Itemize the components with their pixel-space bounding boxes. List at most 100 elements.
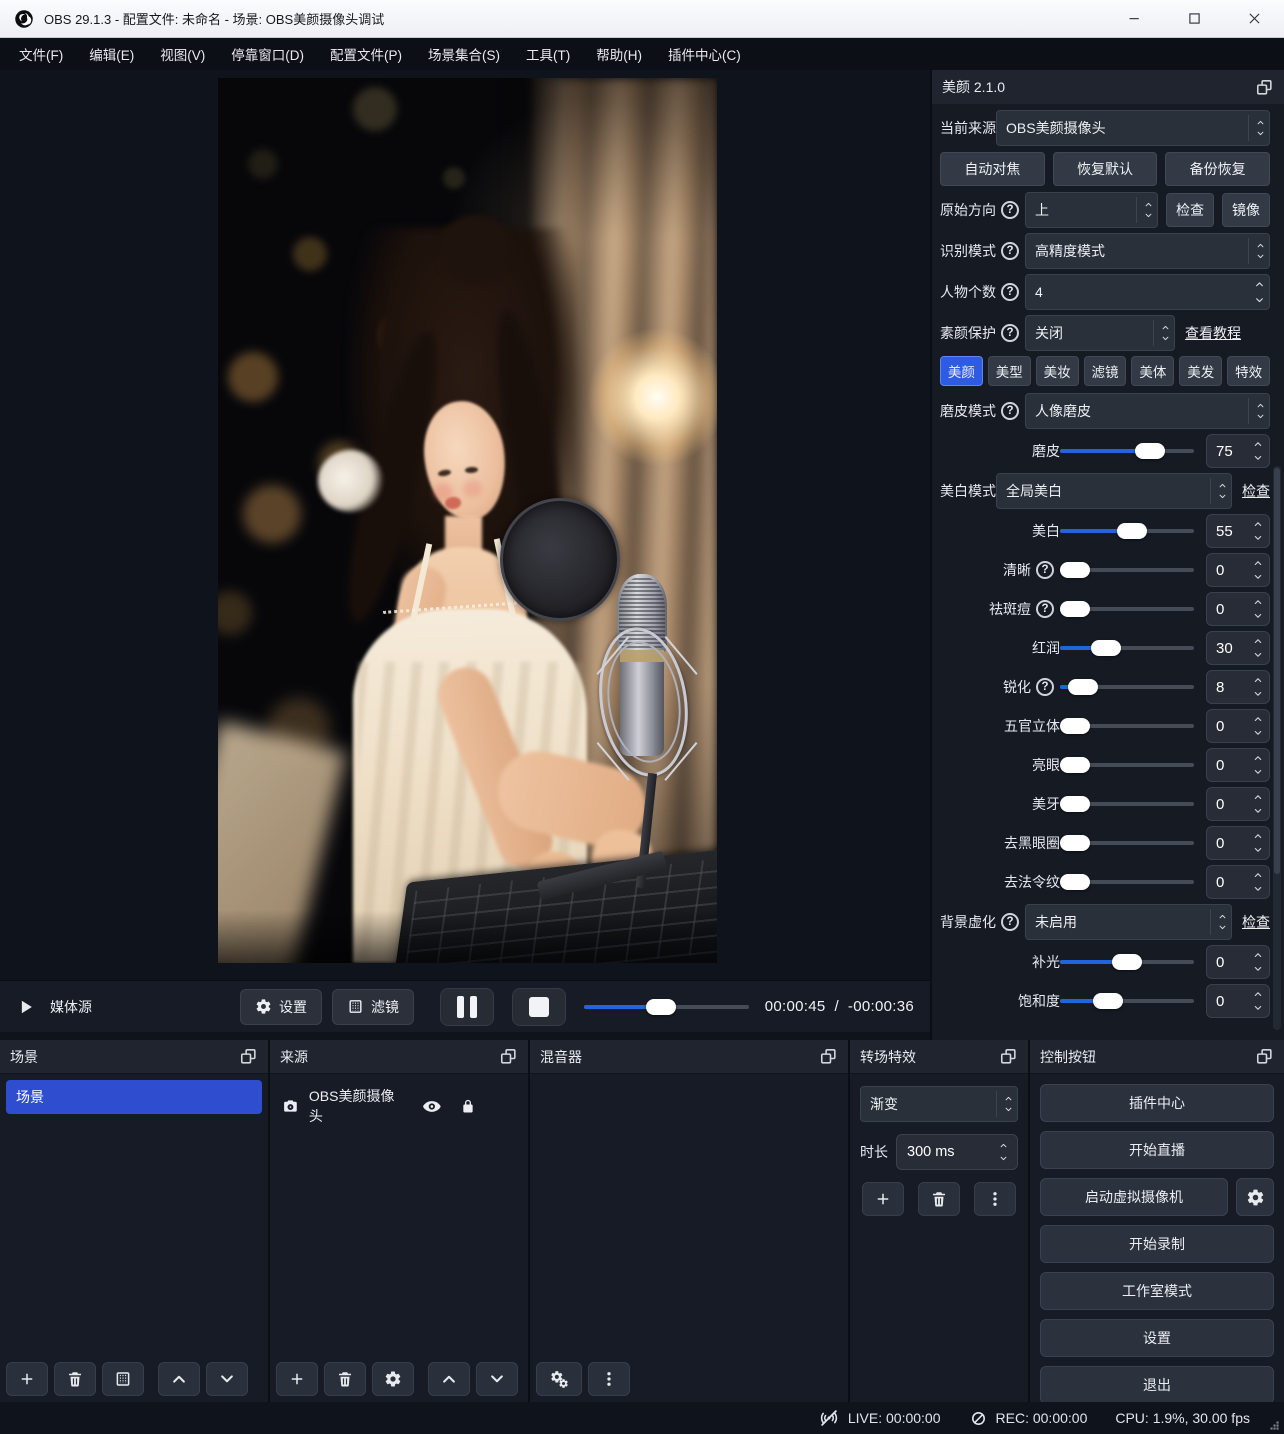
rosy-slider-thumb[interactable] (1091, 640, 1121, 656)
rosy-slider[interactable] (1060, 646, 1194, 650)
source-item-obs-beauty-camera[interactable]: OBS美颜摄像头 (282, 1086, 516, 1126)
transition-menu-button[interactable] (974, 1182, 1016, 1216)
menu-item-tools[interactable]: 工具(T) (513, 38, 583, 70)
popout-icon[interactable] (1255, 1047, 1274, 1066)
seek-slider[interactable] (584, 1005, 749, 1009)
saturation-spinner[interactable]: 0 (1206, 984, 1270, 1018)
menu-item-plugin-center[interactable]: 插件中心(C) (655, 38, 754, 70)
start-stream-button[interactable]: 开始直播 (1040, 1131, 1274, 1169)
person-count-spinner[interactable]: 4 (1025, 274, 1270, 310)
help-icon[interactable]: ? (1001, 283, 1019, 301)
help-icon[interactable]: ? (1036, 678, 1054, 696)
teeth-spinner[interactable]: 0 (1206, 787, 1270, 821)
popout-icon[interactable] (1255, 78, 1274, 97)
start-record-button[interactable]: 开始录制 (1040, 1225, 1274, 1263)
fill-light-spinner[interactable]: 0 (1206, 945, 1270, 979)
whiten-spinner[interactable]: 55 (1206, 514, 1270, 548)
orientation-mirror-button[interactable]: 镜像 (1222, 193, 1270, 227)
tab-face-shape[interactable]: 美型 (988, 356, 1031, 386)
bright-eye-slider[interactable] (1060, 763, 1194, 767)
menu-item-profile[interactable]: 配置文件(P) (317, 38, 415, 70)
anti-acne-slider-thumb[interactable] (1060, 601, 1090, 617)
fill-light-slider[interactable] (1060, 960, 1194, 964)
bareface-protect-view-tutorial-link[interactable]: 查看教程 (1185, 323, 1241, 343)
help-icon[interactable]: ? (1001, 402, 1019, 420)
dark-circle-slider-thumb[interactable] (1060, 835, 1090, 851)
popout-icon[interactable] (499, 1047, 518, 1066)
source-up-button[interactable] (428, 1362, 470, 1396)
rosy-spinner[interactable]: 30 (1206, 631, 1270, 665)
advanced-audio-button[interactable] (536, 1362, 582, 1396)
scene-up-button[interactable] (158, 1362, 200, 1396)
stop-button[interactable] (512, 988, 566, 1026)
popout-icon[interactable] (999, 1047, 1018, 1066)
tab-body[interactable]: 美体 (1131, 356, 1174, 386)
orientation-check-button[interactable]: 检查 (1166, 193, 1214, 227)
remove-scene-button[interactable] (54, 1362, 96, 1396)
help-icon[interactable]: ? (1001, 201, 1019, 219)
menu-item-view[interactable]: 视图(V) (147, 38, 218, 70)
tab-filter[interactable]: 滤镜 (1084, 356, 1127, 386)
menu-item-edit[interactable]: 编辑(E) (76, 38, 147, 70)
orientation-select[interactable]: 上 (1025, 192, 1158, 228)
beauty-scrollbar-thumb[interactable] (1274, 468, 1280, 874)
restore-default-button[interactable]: 恢复默认 (1053, 152, 1158, 186)
maximize-button[interactable] (1164, 0, 1224, 37)
help-icon[interactable]: ? (1001, 324, 1019, 342)
minimize-button[interactable] (1104, 0, 1164, 37)
whiten-mode-select[interactable]: 全局美白 (996, 473, 1232, 509)
menu-item-scene-collection[interactable]: 场景集合(S) (415, 38, 513, 70)
play-icon[interactable] (16, 997, 36, 1017)
dark-circle-slider[interactable] (1060, 841, 1194, 845)
settings-button[interactable]: 设置 (1040, 1319, 1274, 1357)
anti-acne-slider[interactable] (1060, 607, 1194, 611)
plugin-center-button[interactable]: 插件中心 (1040, 1084, 1274, 1122)
menu-item-help[interactable]: 帮助(H) (583, 38, 655, 70)
scene-filters-button[interactable] (102, 1362, 144, 1396)
menu-item-file[interactable]: 文件(F) (6, 38, 76, 70)
add-transition-button[interactable] (862, 1182, 904, 1216)
scene-down-button[interactable] (206, 1362, 248, 1396)
whiten-mode-check-link[interactable]: 检查 (1242, 481, 1270, 501)
remove-transition-button[interactable] (918, 1182, 960, 1216)
teeth-slider[interactable] (1060, 802, 1194, 806)
source-down-button[interactable] (476, 1362, 518, 1396)
dark-circle-spinner[interactable]: 0 (1206, 826, 1270, 860)
clarity-spinner[interactable]: 0 (1206, 553, 1270, 587)
sharpen-slider[interactable] (1060, 685, 1194, 689)
help-icon[interactable]: ? (1036, 600, 1054, 618)
whiten-slider-thumb[interactable] (1117, 523, 1147, 539)
teeth-slider-thumb[interactable] (1060, 796, 1090, 812)
nasolabial-slider[interactable] (1060, 880, 1194, 884)
studio-mode-button[interactable]: 工作室模式 (1040, 1272, 1274, 1310)
media-settings-button[interactable]: 设置 (240, 989, 322, 1025)
pause-button[interactable] (440, 988, 494, 1026)
clarity-slider-thumb[interactable] (1060, 562, 1090, 578)
sharpen-slider-thumb[interactable] (1068, 679, 1098, 695)
exit-button[interactable]: 退出 (1040, 1366, 1274, 1404)
tab-makeup[interactable]: 美妆 (1036, 356, 1079, 386)
whiten-slider[interactable] (1060, 529, 1194, 533)
facial-3d-spinner[interactable]: 0 (1206, 709, 1270, 743)
popout-icon[interactable] (819, 1047, 838, 1066)
source-properties-button[interactable] (372, 1362, 414, 1396)
nasolabial-spinner[interactable]: 0 (1206, 865, 1270, 899)
resize-grip-icon[interactable] (1263, 1414, 1281, 1432)
fill-light-slider-thumb[interactable] (1112, 954, 1142, 970)
bright-eye-slider-thumb[interactable] (1060, 757, 1090, 773)
autofocus-button[interactable]: 自动对焦 (940, 152, 1045, 186)
sharpen-spinner[interactable]: 8 (1206, 670, 1270, 704)
backup-restore-button[interactable]: 备份恢复 (1165, 152, 1270, 186)
tab-hair[interactable]: 美发 (1179, 356, 1222, 386)
tab-face-beauty[interactable]: 美颜 (940, 356, 983, 386)
add-source-button[interactable] (276, 1362, 318, 1396)
popout-icon[interactable] (239, 1047, 258, 1066)
nasolabial-slider-thumb[interactable] (1060, 874, 1090, 890)
clarity-slider[interactable] (1060, 568, 1194, 572)
close-button[interactable] (1224, 0, 1284, 37)
scene-item-scene[interactable]: 场景 (6, 1080, 262, 1114)
smooth-spinner[interactable]: 75 (1206, 434, 1270, 468)
anti-acne-spinner[interactable]: 0 (1206, 592, 1270, 626)
bg-blur-select[interactable]: 未启用 (1025, 904, 1232, 940)
duration-spinner[interactable]: 300 ms (896, 1134, 1018, 1170)
